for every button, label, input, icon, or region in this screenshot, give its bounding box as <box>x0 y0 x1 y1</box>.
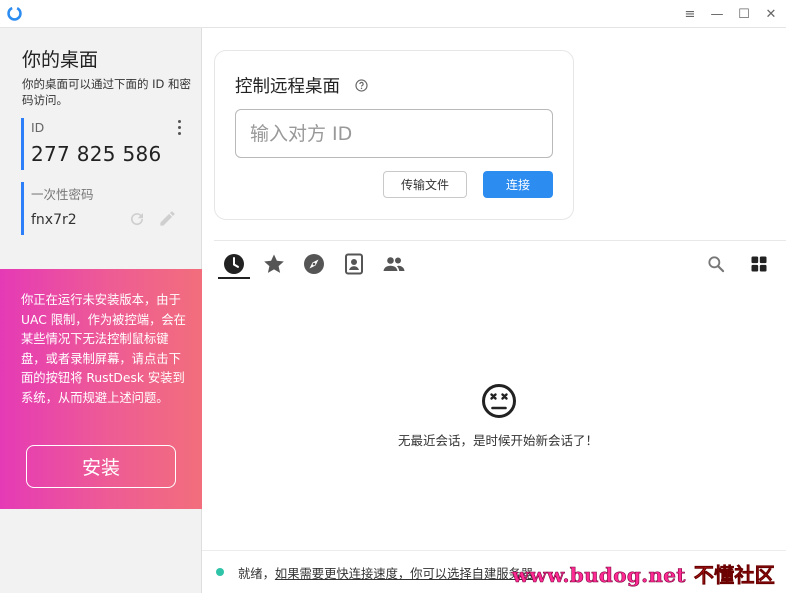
active-tab-indicator <box>218 277 250 279</box>
sidebar: 你的桌面 你的桌面可以通过下面的 ID 和密码访问。 ID 277 825 58… <box>0 28 202 593</box>
watermark-name: 不懂社区 <box>693 563 776 588</box>
rustdesk-logo-icon <box>7 6 22 21</box>
search-icon[interactable] <box>706 254 726 274</box>
remote-id-input[interactable] <box>235 109 553 158</box>
connect-card: 控制远程桌面 传输文件 连接 <box>214 50 574 220</box>
connect-button[interactable]: 连接 <box>483 171 553 198</box>
grid-view-icon[interactable] <box>749 254 769 274</box>
your-desktop-description: 你的桌面可以通过下面的 ID 和密码访问。 <box>22 77 192 107</box>
id-label: ID <box>31 120 45 135</box>
self-host-server-link[interactable]: 如果需要更快连接速度，你可以选择自建服务器 <box>275 567 533 581</box>
edit-icon[interactable] <box>158 209 177 228</box>
contacts-icon[interactable] <box>342 252 366 276</box>
people-icon[interactable] <box>382 252 406 276</box>
minimize-button[interactable]: — <box>706 4 728 24</box>
status-indicator <box>216 568 224 576</box>
refresh-icon[interactable] <box>128 210 146 228</box>
title-bar: ≡ — ☐ ✕ <box>0 0 786 28</box>
clock-icon[interactable] <box>222 252 246 276</box>
your-desktop-title: 你的桌面 <box>22 49 99 71</box>
close-button[interactable]: ✕ <box>760 4 782 24</box>
connect-title: 控制远程桌面 <box>235 77 340 97</box>
watermark: www.budog.net 不懂社区 <box>512 559 775 588</box>
more-options-icon[interactable] <box>172 118 186 136</box>
compass-icon[interactable] <box>302 252 326 276</box>
transfer-file-button[interactable]: 传输文件 <box>383 171 467 198</box>
watermark-site: www.budog.net <box>512 563 686 588</box>
install-button[interactable]: 安装 <box>26 445 176 488</box>
id-block: ID 277 825 586 <box>21 118 191 170</box>
install-message: 你正在运行未安装版本，由于 UAC 限制，作为被控端，会在某些情况下无法控制鼠标… <box>21 293 186 405</box>
status-ready: 就绪， <box>238 567 275 581</box>
password-value[interactable]: fnx7r2 <box>31 212 77 228</box>
menu-button[interactable]: ≡ <box>679 4 701 24</box>
section-divider <box>214 240 786 241</box>
sad-face-icon <box>482 384 516 418</box>
empty-sessions-message: 无最近会话，是时候开始新会话了！ <box>397 433 598 448</box>
maximize-button[interactable]: ☐ <box>733 4 755 24</box>
help-icon[interactable] <box>355 79 368 92</box>
id-value[interactable]: 277 825 586 <box>31 142 162 166</box>
install-panel: 你正在运行未安装版本，由于 UAC 限制，作为被控端，会在某些情况下无法控制鼠标… <box>0 269 202 509</box>
status-text: 就绪，如果需要更快连接速度，你可以选择自建服务器 <box>238 564 533 582</box>
star-icon[interactable] <box>262 252 286 276</box>
password-block: 一次性密码 fnx7r2 <box>21 182 191 235</box>
password-label: 一次性密码 <box>31 187 94 202</box>
